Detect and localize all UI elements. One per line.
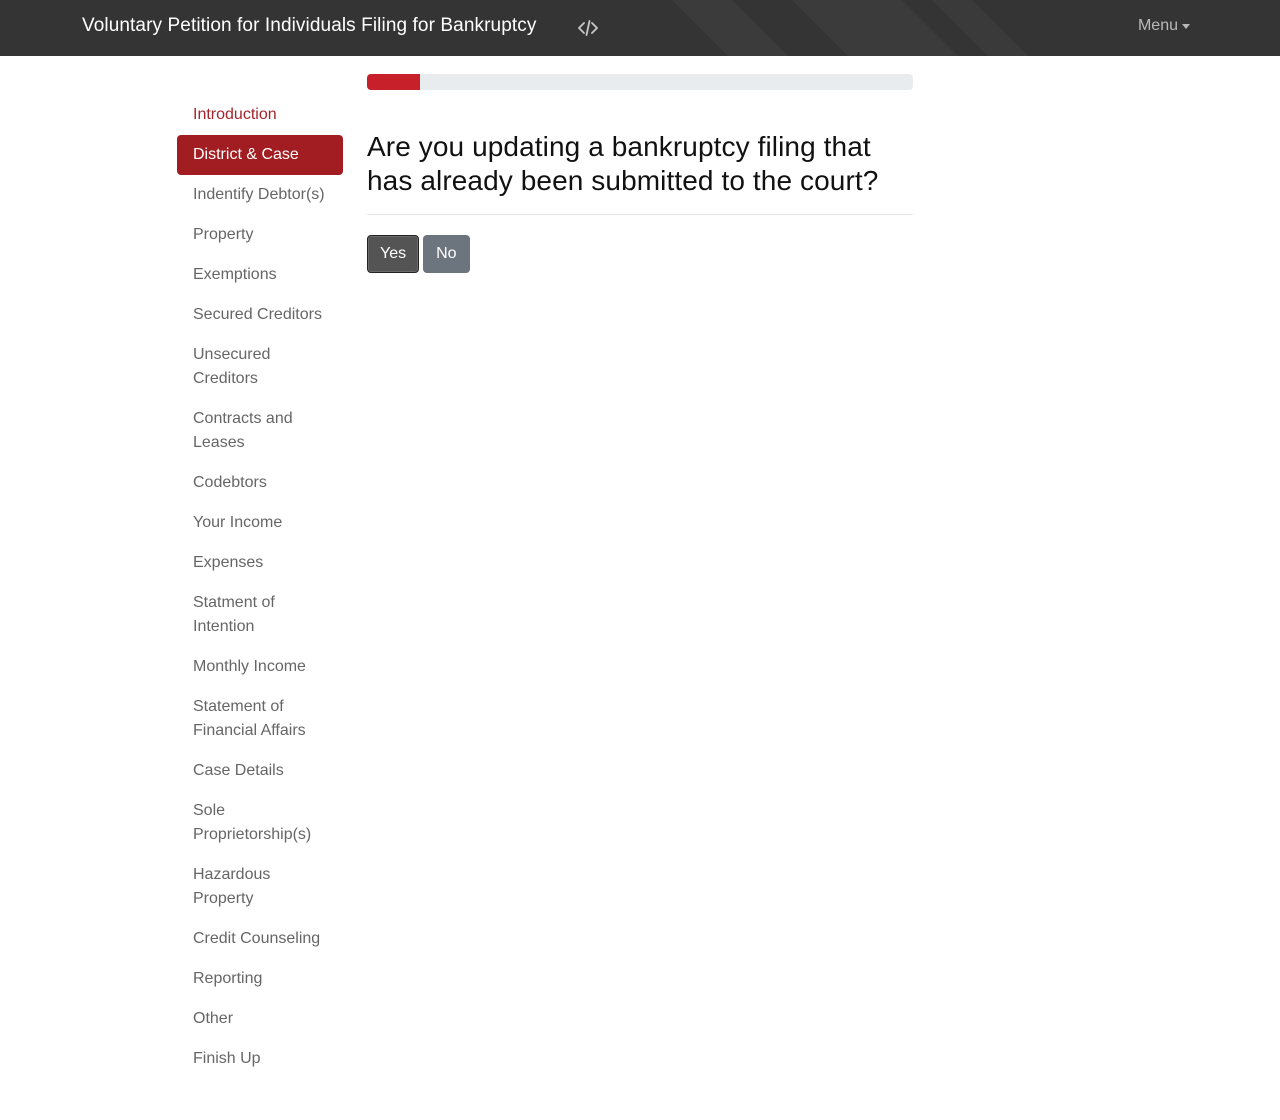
progress-fill xyxy=(367,74,420,90)
sidebar-item-case-details[interactable]: Case Details xyxy=(177,751,343,791)
question-heading: Are you updating a bankruptcy filing tha… xyxy=(367,131,879,196)
sidebar-item-unsecured-creditors[interactable]: Unsecured Creditors xyxy=(177,335,343,399)
progress-bar xyxy=(367,74,913,90)
sidebar-item-introduction[interactable]: Introduction xyxy=(177,95,343,135)
sidebar-item-contracts-and-leases[interactable]: Contracts and Leases xyxy=(177,399,343,463)
sidebar-item-credit-counseling[interactable]: Credit Counseling xyxy=(177,919,343,959)
navbar-decoration xyxy=(672,0,788,56)
sidebar-item-expenses[interactable]: Expenses xyxy=(177,543,343,583)
sidebar-item-statment-of-intention[interactable]: Statment of Intention xyxy=(177,583,343,647)
sidebar-item-hazardous-property[interactable]: Hazardous Property xyxy=(177,855,343,919)
question-panel: Are you updating a bankruptcy filing tha… xyxy=(367,74,913,273)
sidebar-item-secured-creditors[interactable]: Secured Creditors xyxy=(177,295,343,335)
code-icon[interactable] xyxy=(574,14,602,42)
navbar-decoration xyxy=(792,0,958,56)
menu-dropdown-toggle[interactable]: Menu xyxy=(1138,17,1190,35)
sidebar-item-sole-proprietorship-s[interactable]: Sole Proprietorship(s) xyxy=(177,791,343,855)
sidebar-item-monthly-income[interactable]: Monthly Income xyxy=(177,647,343,687)
sidebar-item-district-case[interactable]: District & Case xyxy=(177,135,343,175)
top-navbar: Voluntary Petition for Individuals Filin… xyxy=(0,0,1280,56)
no-button[interactable]: No xyxy=(423,235,470,273)
divider xyxy=(367,214,913,215)
yes-button[interactable]: Yes xyxy=(367,235,420,273)
sidebar-item-codebtors[interactable]: Codebtors xyxy=(177,463,343,503)
answer-buttons: Yes No xyxy=(367,235,913,273)
section-nav: Introduction District & Case Indentify Deb… xyxy=(177,95,343,1079)
sidebar-item-reporting[interactable]: Reporting xyxy=(177,959,343,999)
caret-down-icon xyxy=(1182,23,1190,29)
sidebar-item-finish-up[interactable]: Finish Up xyxy=(177,1039,343,1079)
sidebar-item-property[interactable]: Property xyxy=(177,215,343,255)
sidebar-item-other[interactable]: Other xyxy=(177,999,343,1039)
sidebar-item-statement-of-financial-affairs[interactable]: Statement of Financial Affairs xyxy=(177,687,343,751)
app-title[interactable]: Voluntary Petition for Individuals Filin… xyxy=(82,15,536,37)
menu-label: Menu xyxy=(1137,17,1178,34)
sidebar-item-indentify-debtor-s[interactable]: Indentify Debtor(s) xyxy=(177,175,343,215)
sidebar-item-your-income[interactable]: Your Income xyxy=(177,503,343,543)
sidebar-item-exemptions[interactable]: Exemptions xyxy=(177,255,343,295)
